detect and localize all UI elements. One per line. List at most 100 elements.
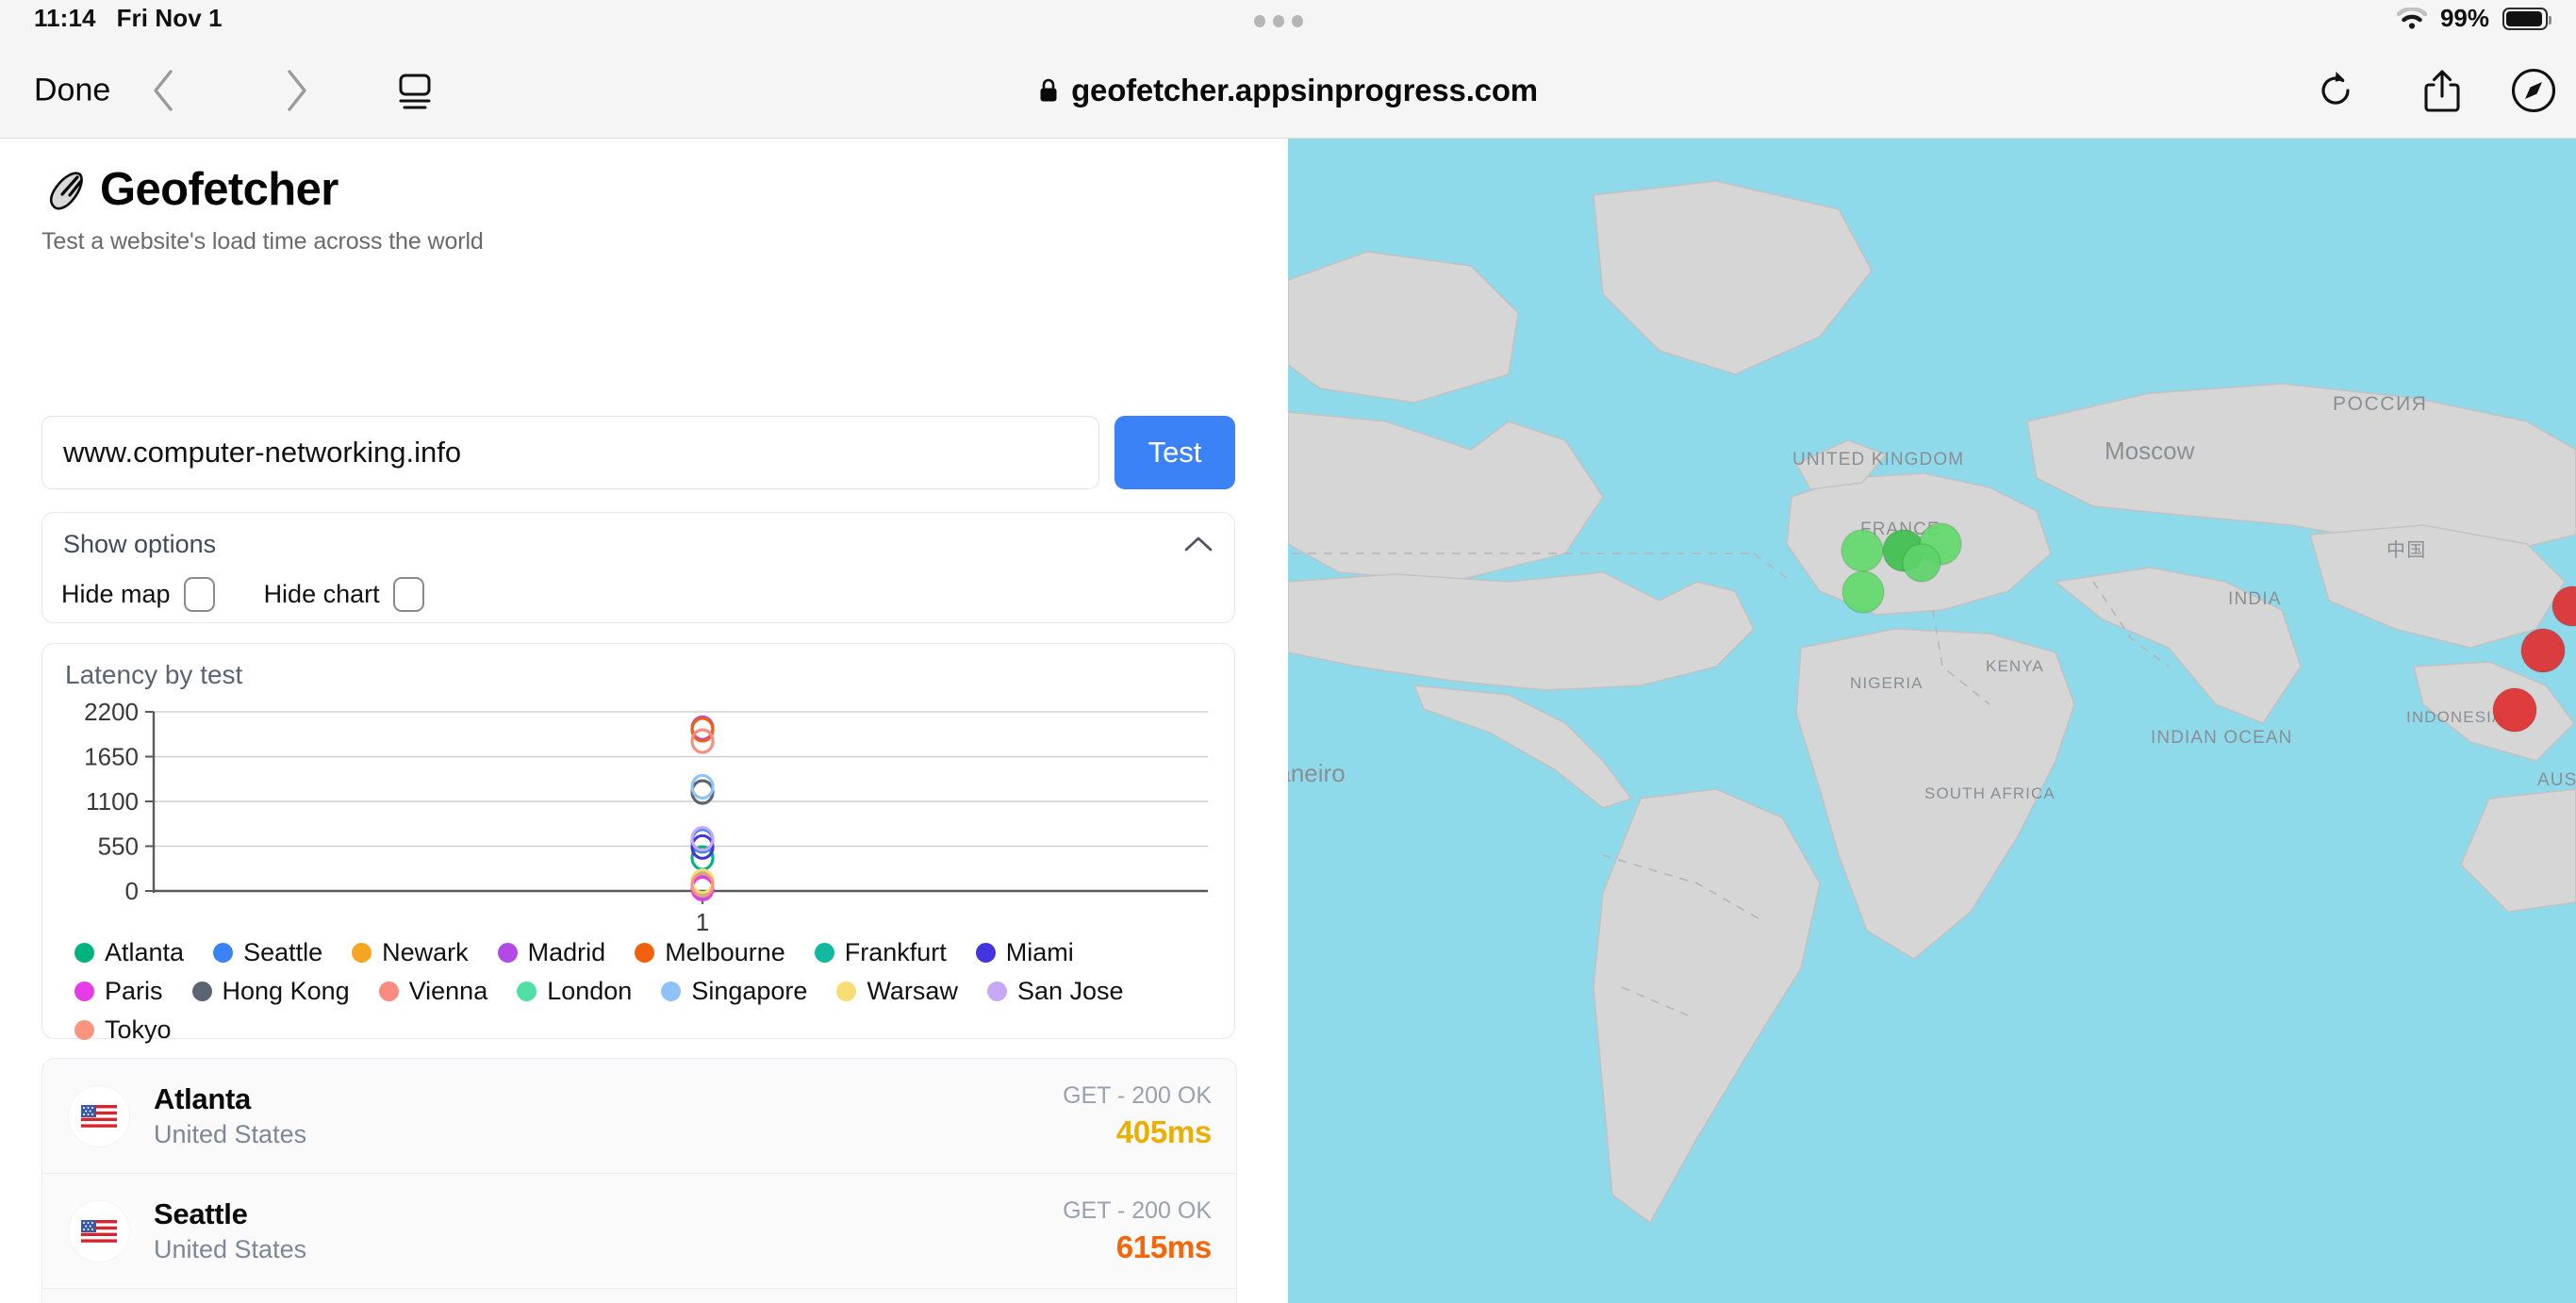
legend-dot-icon <box>213 943 234 963</box>
options-card: Show options Hide map Hide chart <box>41 512 1235 623</box>
result-status: GET - 200 OK <box>1063 1196 1212 1224</box>
result-country: United States <box>154 1120 307 1148</box>
map-label: Rio de Janeiro <box>1288 759 1346 787</box>
legend-dot-icon <box>74 943 94 963</box>
legend-label: Miami <box>1005 938 1074 966</box>
world-map[interactable]: KALAALLIT NUNAATCANADAUNITED STATESOF AM… <box>1288 139 2576 1303</box>
legend-label: Newark <box>382 938 469 966</box>
map-label: INDIAN OCEAN <box>2151 728 2292 748</box>
map-label: 中国 <box>2386 539 2426 561</box>
map-label: Moscow <box>2105 437 2195 465</box>
legend-label: London <box>547 977 633 1005</box>
map-marker-vienna[interactable] <box>1902 543 1941 583</box>
map-label: UNITED KINGDOM <box>1792 450 1964 470</box>
chart-legend: Atlanta Seattle Newark Madrid Melbourne Frank… <box>74 938 1206 1045</box>
app-tagline: Test a website's load time across the wo… <box>41 228 484 255</box>
hide-chart-checkbox[interactable] <box>392 577 424 612</box>
safari-nav-bar: Done geofetcher.appsinprogress.com <box>0 43 2576 139</box>
result-city: Atlanta <box>154 1082 251 1115</box>
multitask-dots-icon[interactable] <box>1254 15 1303 27</box>
address-bar[interactable]: geofetcher.appsinprogress.com <box>0 73 2576 108</box>
flag-us-icon <box>69 1085 129 1146</box>
map-landmasses <box>1288 180 2576 1225</box>
legend-item-atlanta[interactable]: Atlanta <box>74 938 184 967</box>
chevron-up-icon[interactable] <box>1183 534 1214 554</box>
legend-label: Tokyo <box>105 1015 172 1044</box>
legend-label: Seattle <box>243 938 323 966</box>
status-bar-left: 11:14 Fri Nov 1 <box>34 4 223 33</box>
wifi-icon <box>2396 6 2428 30</box>
map-canvas[interactable]: KALAALLIT NUNAATCANADAUNITED STATESOF AM… <box>1288 139 2576 1303</box>
legend-dot-icon <box>191 981 212 1001</box>
legend-dot-icon <box>517 981 537 1001</box>
url-input[interactable] <box>41 416 1099 489</box>
hide-chart-option[interactable]: Hide chart <box>264 577 424 612</box>
options-title[interactable]: Show options <box>63 530 216 559</box>
legend-item-miami[interactable]: Miami <box>975 938 1074 967</box>
legend-dot-icon <box>497 943 518 963</box>
address-bar-url: geofetcher.appsinprogress.com <box>1071 73 1538 107</box>
legend-item-london[interactable]: London <box>517 977 632 1006</box>
latency-scatter-plot[interactable]: 0 550 1100 1650 2200 1 <box>42 699 1236 932</box>
legend-dot-icon <box>814 943 834 963</box>
hide-map-checkbox[interactable] <box>183 577 215 612</box>
legend-item-tokyo[interactable]: Tokyo <box>74 1015 172 1045</box>
result-metrics: GET - 200 OK 405ms <box>1063 1082 1212 1150</box>
lock-icon <box>1038 77 1059 104</box>
legend-dot-icon <box>74 1020 94 1040</box>
brand-row: Geofetcher <box>41 167 484 213</box>
map-marker-madrid[interactable] <box>1841 570 1885 614</box>
legend-label: Hong Kong <box>222 977 350 1005</box>
result-row[interactable]: NewarkUnited StatesGET - Timeout2000+ ms <box>42 1289 1236 1303</box>
legend-item-newark[interactable]: Newark <box>352 938 469 967</box>
legend-item-warsaw[interactable]: Warsaw <box>836 977 958 1006</box>
legend-dot-icon <box>661 981 682 1001</box>
app-header: Geofetcher Test a website's load time ac… <box>41 167 484 256</box>
legend-item-san-jose[interactable]: San Jose <box>986 977 1124 1006</box>
map-label: INDIA <box>2228 589 2282 609</box>
results-list: Atlanta United States GET - 200 OK 405ms Se… <box>41 1058 1237 1303</box>
legend-label: Paris <box>105 977 163 1005</box>
legend-dot-icon <box>74 981 94 1001</box>
legend-dot-icon <box>986 981 1007 1001</box>
battery-percent: 99% <box>2439 4 2489 32</box>
map-label: SOUTH AFRICA <box>1924 784 2056 802</box>
result-country: United States <box>154 1235 307 1263</box>
legend-label: Atlanta <box>105 938 185 966</box>
svg-text:0: 0 <box>125 877 139 905</box>
legend-item-vienna[interactable]: Vienna <box>378 977 487 1006</box>
reload-button[interactable] <box>2314 69 2357 112</box>
safari-compass-icon[interactable] <box>2510 67 2557 114</box>
map-label: POCCИЯ <box>2333 393 2428 415</box>
geofetcher-panel: Geofetcher Test a website's load time ac… <box>0 139 1288 1303</box>
legend-item-seattle[interactable]: Seattle <box>213 938 322 967</box>
legend-item-madrid[interactable]: Madrid <box>497 938 606 967</box>
legend-label: Madrid <box>527 938 606 966</box>
flag-us-icon <box>69 1200 129 1262</box>
share-button[interactable] <box>2421 68 2463 113</box>
result-row[interactable]: Seattle United States GET - 200 OK 615ms <box>42 1174 1236 1289</box>
legend-item-melbourne[interactable]: Melbourne <box>635 938 785 967</box>
legend-item-paris[interactable]: Paris <box>74 977 163 1006</box>
map-label: KENYA <box>1986 657 2044 675</box>
status-date: Fri Nov 1 <box>116 4 223 32</box>
hide-map-option[interactable]: Hide map <box>61 577 215 612</box>
result-city: Seattle <box>154 1197 248 1230</box>
map-marker-india[interactable] <box>2520 628 2566 673</box>
page-content: Geofetcher Test a website's load time ac… <box>0 139 2576 1303</box>
result-metrics: GET - 200 OK 615ms <box>1063 1197 1212 1265</box>
legend-label: Frankfurt <box>844 938 947 966</box>
map-marker-singapore[interactable] <box>2492 687 2537 733</box>
svg-text:1100: 1100 <box>86 787 139 816</box>
legend-item-singapore[interactable]: Singapore <box>661 977 807 1006</box>
map-marker-london[interactable] <box>1841 529 1884 572</box>
legend-dot-icon <box>352 943 372 963</box>
legend-item-hong-kong[interactable]: Hong Kong <box>191 977 350 1006</box>
legend-item-frankfurt[interactable]: Frankfurt <box>814 938 947 967</box>
result-location: Atlanta United States <box>154 1082 306 1149</box>
test-button[interactable]: Test <box>1115 416 1235 489</box>
status-bar-right: 99% <box>2396 4 2551 33</box>
result-row[interactable]: Atlanta United States GET - 200 OK 405ms <box>42 1059 1236 1174</box>
latency-chart-card: Latency by test 0 550 1100 1650 2200 1 Atlant… <box>41 643 1236 1044</box>
map-label: INDONESIA <box>2406 708 2503 726</box>
